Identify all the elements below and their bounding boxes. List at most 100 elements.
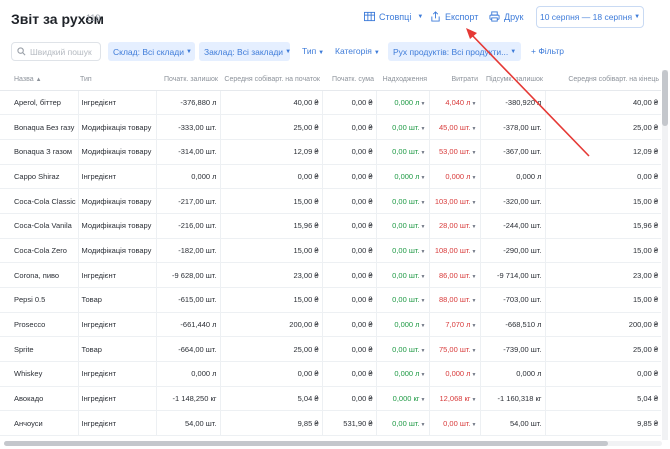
- date-range-picker[interactable]: 10 серпня — 18 серпня ▼: [536, 6, 644, 28]
- chevron-down-icon[interactable]: ▼: [421, 224, 426, 230]
- column-header-name[interactable]: Назва ▲: [0, 70, 78, 91]
- table-row[interactable]: Coca-Cola Classic Модифікація товару -217,…: [0, 188, 661, 214]
- warehouse-filter[interactable]: Склад: Всі склади ▼: [108, 42, 195, 61]
- cell-income[interactable]: 0,00 шт.▼: [376, 213, 430, 239]
- chevron-down-icon[interactable]: ▼: [472, 101, 477, 107]
- table-row[interactable]: Анчоуси Інгредієнт 54,00 шт. 9,85 ₴ 531,90 ₴…: [0, 410, 661, 437]
- chevron-down-icon[interactable]: ▼: [421, 101, 426, 107]
- cell-expense[interactable]: 88,00 шт.▼: [429, 287, 481, 313]
- table-row[interactable]: Coca-Cola Zero Модифікація товару -182,00 …: [0, 238, 661, 264]
- chevron-down-icon[interactable]: ▼: [421, 126, 426, 132]
- cell-expense[interactable]: 28,00 шт.▼: [429, 213, 481, 239]
- cell-expense[interactable]: 45,00 шт.▼: [429, 114, 481, 140]
- search-box[interactable]: [11, 42, 101, 61]
- chevron-down-icon[interactable]: ▼: [421, 200, 426, 206]
- cell-income[interactable]: 0,00 шт.▼: [376, 336, 430, 363]
- cell-expense[interactable]: 103,00 шт.▼: [429, 188, 481, 214]
- chevron-down-icon[interactable]: ▼: [472, 249, 477, 255]
- column-header-type[interactable]: Тип: [78, 70, 156, 91]
- cell-income[interactable]: 0,00 шт.▼: [376, 114, 430, 140]
- cell-expense[interactable]: 86,00 шт.▼: [429, 262, 481, 288]
- chevron-down-icon[interactable]: ▼: [472, 126, 477, 132]
- chevron-down-icon[interactable]: ▼: [472, 150, 477, 156]
- search-input[interactable]: [30, 46, 96, 57]
- cell-avg-start-value: 15,00 ₴: [293, 196, 319, 206]
- table-row[interactable]: Bonaqua Без газу Модифікація товару -333,0…: [0, 114, 661, 140]
- cell-expense[interactable]: 75,00 шт.▼: [429, 336, 481, 363]
- chevron-down-icon[interactable]: ▼: [472, 397, 477, 403]
- category-filter[interactable]: Категорія ▼: [335, 46, 380, 56]
- cell-income[interactable]: 0,000 кг▼: [376, 386, 430, 412]
- vertical-scroll-thumb[interactable]: [662, 70, 668, 126]
- cell-income[interactable]: 0,000 л▼: [376, 361, 430, 387]
- cell-income[interactable]: 0,00 шт.▼: [376, 262, 430, 288]
- cell-expense[interactable]: 0,000 л▼: [429, 361, 481, 387]
- column-header-start-sum[interactable]: Початк. сума: [322, 70, 376, 91]
- cell-expense[interactable]: 12,068 кг▼: [429, 386, 481, 412]
- cell-expense[interactable]: 108,00 шт.▼: [429, 238, 481, 264]
- cell-name-value: Whiskey: [14, 369, 43, 379]
- column-header-income[interactable]: Надходження: [376, 70, 429, 91]
- cell-income[interactable]: 0,000 л▼: [376, 90, 430, 116]
- chevron-down-icon[interactable]: ▼: [472, 200, 477, 206]
- chevron-down-icon[interactable]: ▼: [421, 175, 426, 181]
- cell-income[interactable]: 0,00 шт.▼: [376, 238, 430, 264]
- table-row[interactable]: Pepsi 0.5 Товар -615,00 шт. 15,00 ₴ 0,00 ₴ 0,…: [0, 287, 661, 313]
- print-button[interactable]: Друк: [489, 11, 523, 22]
- column-header-avg-start[interactable]: Середня собіварт. на початок: [220, 70, 322, 91]
- chevron-down-icon[interactable]: ▼: [421, 422, 426, 428]
- cell-income[interactable]: 0,00 шт.▼: [376, 139, 430, 165]
- table-row[interactable]: Whiskey Інгредієнт 0,000 л 0,00 ₴ 0,00 ₴ 0,00…: [0, 361, 661, 387]
- type-filter[interactable]: Тип ▼: [302, 46, 324, 56]
- cell-name-value: Coca-Cola Classic: [14, 196, 76, 206]
- cell-income[interactable]: 0,000 л▼: [376, 312, 430, 338]
- cell-expense[interactable]: 4,040 л▼: [429, 90, 481, 116]
- chevron-down-icon[interactable]: ▼: [472, 175, 477, 181]
- cell-income[interactable]: 0,00 шт.▼: [376, 287, 430, 313]
- cell-expense[interactable]: 53,00 шт.▼: [429, 139, 481, 165]
- chevron-down-icon[interactable]: ▼: [421, 397, 426, 403]
- export-button[interactable]: Експорт: [430, 11, 478, 22]
- table-row[interactable]: Aperol, біттер Інгредієнт -376,880 л 40,00 …: [0, 90, 661, 116]
- vertical-scrollbar[interactable]: [662, 70, 668, 440]
- movement-filter[interactable]: Рух продуктів: Всі продукти... ▼: [388, 42, 521, 61]
- column-header-start-qty[interactable]: Початк. залишок: [156, 70, 220, 91]
- column-header-end-qty[interactable]: Підсумк. залишок: [480, 70, 545, 91]
- cell-avg-start-value: 5,04 ₴: [297, 394, 319, 404]
- chevron-down-icon[interactable]: ▼: [421, 298, 426, 304]
- chevron-down-icon[interactable]: ▼: [472, 372, 477, 378]
- column-header-avg-end[interactable]: Середня собіварт. на кінець: [545, 70, 661, 91]
- chevron-down-icon[interactable]: ▼: [421, 249, 426, 255]
- chevron-down-icon[interactable]: ▼: [421, 323, 426, 329]
- chevron-down-icon[interactable]: ▼: [421, 150, 426, 156]
- cell-expense[interactable]: 0,00 шт.▼: [429, 410, 481, 437]
- table-row[interactable]: Bonaqua З газом Модифікація товару -314,00…: [0, 139, 661, 165]
- venue-filter[interactable]: Заклад: Всі заклади ▼: [199, 42, 290, 61]
- columns-button[interactable]: Стовпці ▼: [364, 11, 423, 22]
- cell-income[interactable]: 0,00 шт.▼: [376, 410, 430, 437]
- table-row[interactable]: Cappo Shiraz Інгредієнт 0,000 л 0,00 ₴ 0,00 …: [0, 164, 661, 190]
- table-row[interactable]: Coca-Cola Vanila Модифікація товару -216,0…: [0, 213, 661, 239]
- chevron-down-icon[interactable]: ▼: [472, 298, 477, 304]
- column-header-expense[interactable]: Витрати: [429, 70, 480, 91]
- chevron-down-icon[interactable]: ▼: [421, 372, 426, 378]
- horizontal-scroll-thumb[interactable]: [4, 441, 608, 446]
- chevron-down-icon[interactable]: ▼: [472, 348, 477, 354]
- cell-avg-start-value: 15,96 ₴: [293, 221, 319, 231]
- table-row[interactable]: Sprite Товар -664,00 шт. 25,00 ₴ 0,00 ₴ 0,00 …: [0, 336, 661, 363]
- chevron-down-icon[interactable]: ▼: [421, 348, 426, 354]
- chevron-down-icon[interactable]: ▼: [472, 224, 477, 230]
- table-row[interactable]: Corona, пиво Інгредієнт -9 628,00 шт. 23,00…: [0, 262, 661, 288]
- horizontal-scrollbar[interactable]: [4, 441, 662, 446]
- table-row[interactable]: Авокадо Інгредієнт -1 148,250 кг 5,04 ₴ 0,00…: [0, 386, 661, 412]
- chevron-down-icon[interactable]: ▼: [421, 274, 426, 280]
- chevron-down-icon[interactable]: ▼: [472, 422, 477, 428]
- cell-income[interactable]: 0,00 шт.▼: [376, 188, 430, 214]
- chevron-down-icon[interactable]: ▼: [472, 274, 477, 280]
- add-filter-button[interactable]: + Фільтр: [531, 46, 564, 56]
- cell-expense[interactable]: 7,070 л▼: [429, 312, 481, 338]
- cell-income[interactable]: 0,000 л▼: [376, 164, 430, 190]
- chevron-down-icon[interactable]: ▼: [472, 323, 477, 329]
- table-row[interactable]: Prosecco Інгредієнт -661,440 л 200,00 ₴ 0,00…: [0, 312, 661, 338]
- cell-expense[interactable]: 0,000 л▼: [429, 164, 481, 190]
